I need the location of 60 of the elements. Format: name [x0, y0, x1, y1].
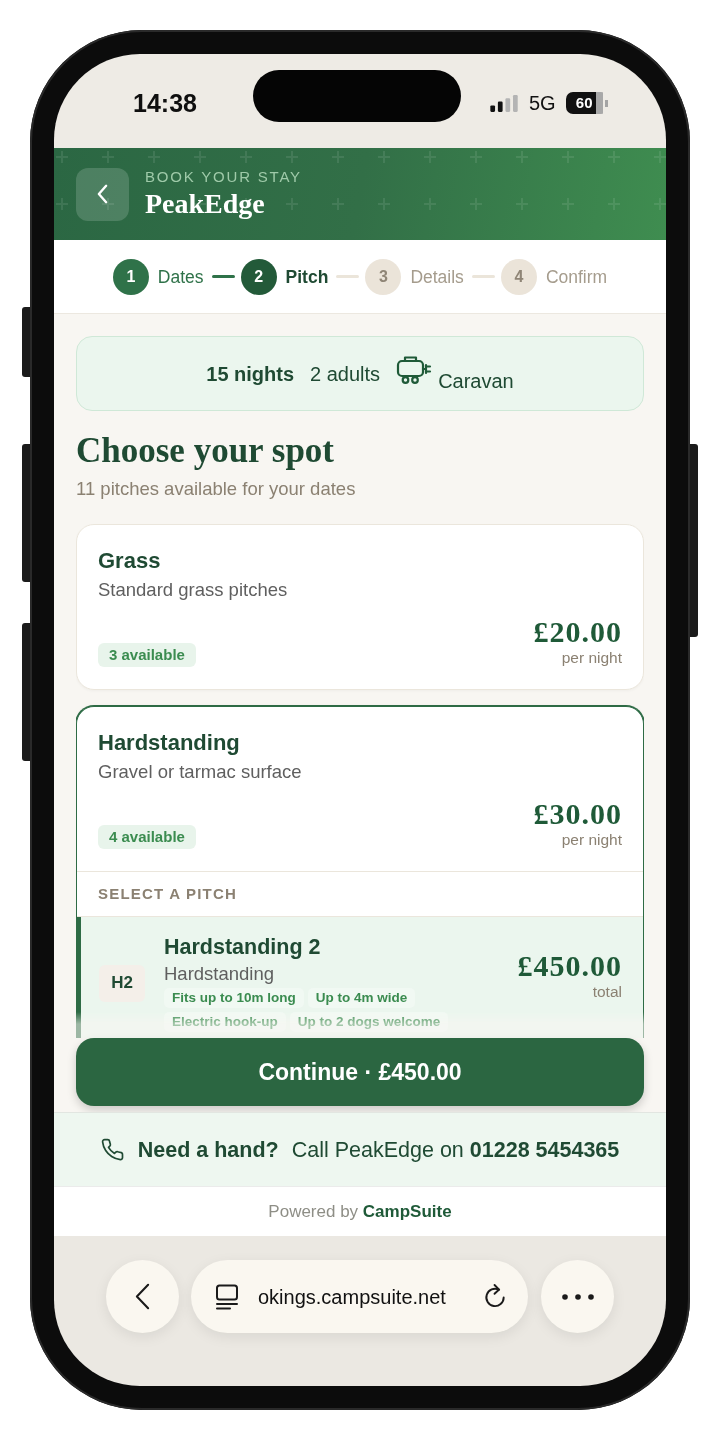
network-label: 5G [528, 91, 556, 115]
pitch-code: H2 [99, 964, 145, 1002]
pitch-type-name: Grass [98, 547, 162, 575]
help-text: Call PeakEdge on 01228 5454365 [291, 1136, 620, 1163]
step-label: Details [410, 265, 464, 288]
site-title: PeakEdge [145, 188, 266, 220]
section-label: SELECT A PITCH [98, 884, 238, 904]
step-label: Dates [157, 265, 204, 288]
more-icon [561, 1293, 594, 1300]
signal-icon [489, 94, 519, 112]
status-time: 14:38 [133, 88, 197, 118]
phone-icon [100, 1137, 125, 1162]
step-connector [211, 275, 235, 278]
battery-indicator: 60 [565, 92, 608, 114]
price-unit: per night [561, 830, 622, 850]
step-number: 2 [240, 258, 277, 295]
price: £30.00 [533, 798, 622, 830]
powered-by-text: Powered by CampSuite [268, 1200, 452, 1223]
feature-tag: Up to 2 dogs welcome [289, 1012, 449, 1032]
page-title: Choose your spot [76, 432, 335, 470]
reload-icon[interactable] [483, 1283, 508, 1310]
price: £20.00 [533, 616, 622, 648]
feature-tag: Fits up to 10m long [164, 988, 304, 1008]
pitch-type-card[interactable]: Grass Standard grass pitches 3 available £20.00 per night [76, 524, 644, 690]
address-bar[interactable]: okings.campsuite.net [191, 1260, 528, 1333]
layout-icon [215, 1283, 239, 1310]
step-connector [336, 275, 360, 278]
feature-tag: Electric hook-up [164, 1012, 286, 1032]
pitch-type-name: Hardstanding [98, 729, 241, 757]
step-connector [471, 275, 495, 278]
nights-count: 15 nights [206, 361, 295, 386]
pitch-type-card[interactable]: Hardstanding Gravel or tarmac surface 4 available £30.00 per night SELECT A PITCH H2 Hardstanding 2 Hardstanding Fits up to 10m long Up to 4m wide Electric hook-up Up to 2 dogs welcome £450.00 total [76, 706, 644, 1038]
guests-count: 2 adults [310, 361, 381, 386]
caravan-icon [396, 354, 433, 385]
help-prompt: Need a hand? [137, 1136, 279, 1163]
step-number: 4 [500, 258, 537, 295]
header-eyebrow: BOOK YOUR STAY [145, 168, 302, 186]
availability-tag: 3 available [98, 643, 196, 667]
step-number: 1 [112, 258, 149, 295]
step-number: 3 [365, 258, 402, 295]
chevron-left-icon [97, 184, 108, 204]
chevron-left-icon [135, 1283, 150, 1310]
step-label: Pitch [285, 265, 329, 288]
vehicle-label: Caravan [438, 368, 514, 393]
page-subtitle: 11 pitches available for your dates [76, 477, 357, 501]
pitch-type-description: Standard grass pitches [98, 579, 289, 601]
price-note: total [592, 982, 622, 1002]
continue-button[interactable]: Continue · £450.00 [76, 1038, 644, 1106]
pitch-name: Hardstanding 2 [164, 934, 322, 960]
feature-tag: Up to 4m wide [307, 988, 416, 1008]
step-label: Confirm [545, 265, 608, 288]
back-button[interactable] [76, 167, 129, 221]
pitch-price: £450.00 [517, 950, 622, 982]
price-unit: per night [561, 648, 622, 668]
pitch-type: Hardstanding [164, 962, 276, 986]
pitch-type-description: Gravel or tarmac surface [98, 761, 303, 783]
url-text: okings.campsuite.net [258, 1284, 446, 1309]
side-key [22, 307, 30, 377]
pitch-option[interactable]: H2 Hardstanding 2 Hardstanding Fits up to 10m long Up to 4m wide Electric hook-up Up to 2 dogs welcome £450.00 total [77, 917, 643, 1038]
availability-tag: 4 available [98, 825, 196, 849]
